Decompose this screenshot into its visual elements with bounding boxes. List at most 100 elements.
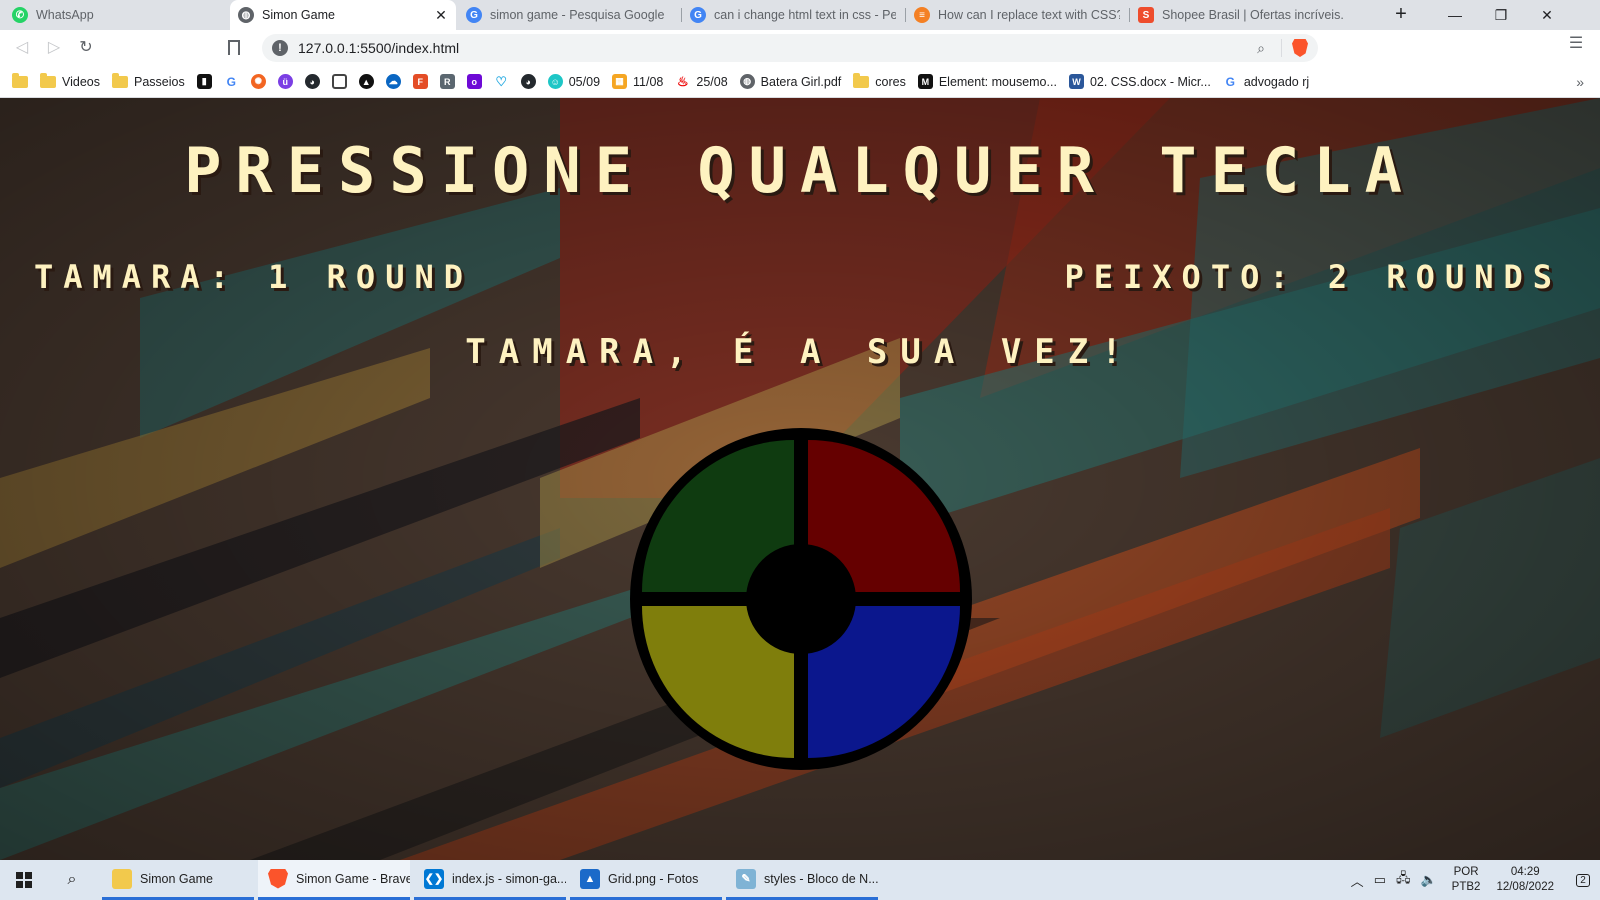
bookmark-item[interactable]: ▲	[358, 74, 374, 89]
clock[interactable]: 04:29 12/08/2022	[1496, 865, 1554, 895]
bookmark-item[interactable]: ü	[277, 74, 293, 89]
volume-icon[interactable]: 🔈	[1420, 872, 1436, 888]
taskbar-item-photos[interactable]: ▲ Grid.png - Fotos	[570, 860, 722, 900]
language-indicator[interactable]: POR PTB2	[1452, 865, 1481, 895]
taskbar-item-explorer[interactable]: Simon Game	[102, 860, 254, 900]
mdn-icon: M	[917, 74, 933, 89]
tab-title: WhatsApp	[36, 8, 94, 22]
taskbar-item-notepad[interactable]: ✎ styles - Bloco de N...	[726, 860, 878, 900]
cloud-icon: ☁	[385, 74, 401, 89]
restore-button[interactable]: ❐	[1478, 0, 1524, 30]
notepad-icon: ✎	[736, 868, 756, 889]
start-button[interactable]	[0, 860, 48, 900]
close-window-button[interactable]: ✕	[1524, 0, 1570, 30]
zoom-icon[interactable]: ⌕	[1253, 40, 1269, 56]
bookmark-item[interactable]: ✺	[250, 74, 266, 89]
smile-icon: ☺	[547, 74, 563, 89]
notification-count: 2	[1576, 873, 1590, 887]
sun-icon: ✺	[250, 74, 266, 89]
taskbar-item-label: Simon Game - Brave	[296, 871, 410, 886]
bookmark-label: 11/08	[633, 74, 664, 89]
calendar-icon: ▦	[612, 74, 628, 89]
bookmark-item[interactable]: o	[466, 74, 482, 89]
triangle-icon: ▲	[358, 74, 374, 89]
close-tab-icon[interactable]: ✕	[434, 7, 448, 24]
chevron-up-icon[interactable]: ︿	[1351, 871, 1364, 890]
globe-icon: ◍	[739, 74, 755, 89]
taskbar-item-label: Grid.png - Fotos	[608, 871, 699, 886]
bookmark-item[interactable]: W 02. CSS.docx - Micr...	[1068, 74, 1211, 89]
folder-icon	[112, 72, 128, 88]
simon-board	[630, 428, 972, 770]
bookmark-item[interactable]: ◍ Batera Girl.pdf	[739, 74, 841, 89]
back-icon[interactable]: ◁	[10, 36, 34, 60]
notifications-icon[interactable]: 2	[1566, 860, 1600, 900]
forward-icon[interactable]: ▷	[42, 36, 66, 60]
bookmark-item[interactable]: ◕	[520, 74, 536, 89]
language-code: POR	[1453, 866, 1479, 878]
photos-icon: ▲	[580, 868, 600, 889]
bookmark-item[interactable]: G	[223, 74, 239, 89]
google-icon: G	[690, 7, 706, 23]
tab-simon-search[interactable]: G simon game - Pesquisa Google	[458, 0, 680, 30]
olx-icon: o	[466, 74, 482, 89]
tab-css-search[interactable]: G can i change html text in css - Pesqu	[682, 0, 904, 30]
menu-icon[interactable]: ☰	[1568, 36, 1584, 56]
google-icon: G	[466, 7, 482, 23]
taskbar-item-label: index.js - simon-ga...	[452, 871, 566, 886]
url-text[interactable]: 127.0.0.1:5500/index.html	[298, 40, 1253, 56]
bookmark-label: cores	[875, 74, 906, 89]
bookmark-item[interactable]: F	[412, 74, 428, 89]
bookmark-icon-1: ▮	[196, 74, 212, 89]
system-tray: ︿ ▭ 🖧 🔈 POR PTB2 04:29 12/08/2022 2	[1346, 860, 1600, 900]
player1-score: Tamara: 1 round	[34, 258, 473, 296]
bookmark-item[interactable]: ☺ 05/09	[547, 74, 600, 89]
minimize-button[interactable]: —	[1432, 0, 1478, 30]
bookmark-item[interactable]: M Element: mousemo...	[917, 74, 1057, 89]
bookmark-item[interactable]: Gadvogado rj	[1222, 74, 1309, 89]
search-icon[interactable]: ⌕	[48, 860, 96, 900]
tab-title: simon game - Pesquisa Google	[490, 8, 665, 22]
bookmark-item[interactable]: R	[439, 74, 455, 89]
tab-whatsapp[interactable]: ✆ WhatsApp	[4, 0, 226, 30]
stackoverflow-icon: ≡	[914, 7, 930, 23]
bookmark-passeios[interactable]: Passeios	[112, 72, 185, 89]
bookmark-cores[interactable]: cores	[853, 72, 906, 89]
folder-icon	[40, 72, 56, 88]
tab-simon-game[interactable]: ◍ Simon Game ✕	[230, 0, 456, 30]
bookmark-item[interactable]: ♡	[493, 74, 509, 89]
bookmark-item[interactable]: ♨ 25/08	[675, 73, 728, 89]
bookmark-item[interactable]: ▦ 11/08	[612, 74, 663, 89]
bookmark-folder[interactable]	[12, 72, 28, 88]
bookmark-label: Passeios	[134, 74, 185, 89]
game-title: Pressione qualquer tecla	[184, 134, 1416, 207]
tab-stackoverflow[interactable]: ≡ How can I replace text with CSS? - S	[906, 0, 1128, 30]
windows-taskbar: ⌕ Simon Game Simon Game - Brave ❮❯ index…	[0, 860, 1600, 900]
windows-icon	[16, 872, 32, 888]
brave-shields-icon[interactable]	[1292, 39, 1308, 57]
address-bar[interactable]: ! 127.0.0.1:5500/index.html ⌕	[262, 34, 1318, 62]
taskbar-item-brave[interactable]: Simon Game - Brave	[258, 860, 410, 900]
google-icon: G	[1222, 74, 1238, 89]
shopee-icon: S	[1138, 7, 1154, 23]
bookmark-page-icon[interactable]	[228, 40, 240, 55]
battery-icon[interactable]: ▭	[1374, 872, 1386, 888]
tab-title: Simon Game	[262, 8, 335, 22]
bookmark-label: Element: mousemo...	[938, 74, 1057, 89]
turn-indicator: Tamara, é a sua vez!	[465, 332, 1135, 372]
bookmark-item[interactable]	[331, 74, 347, 89]
bookmark-item[interactable]: ▮	[196, 74, 212, 89]
new-tab-button[interactable]: +	[1389, 3, 1413, 27]
bookmark-item[interactable]: ◕	[304, 74, 320, 89]
network-icon[interactable]: 🖧	[1396, 869, 1411, 891]
tab-shopee[interactable]: S Shopee Brasil | Ofertas incríveis. Me	[1130, 0, 1352, 30]
reload-icon[interactable]: ↻	[74, 36, 98, 60]
bookmark-videos[interactable]: Videos	[40, 72, 100, 89]
more-bookmarks-button[interactable]: »	[1576, 74, 1584, 90]
bookmark-label: 25/08	[696, 74, 728, 89]
santander-icon: ♨	[675, 73, 691, 89]
site-info-icon[interactable]: !	[272, 40, 288, 56]
bookmark-label: 02. CSS.docx - Micr...	[1089, 74, 1211, 89]
bookmark-item[interactable]: ☁	[385, 74, 401, 89]
taskbar-item-vscode[interactable]: ❮❯ index.js - simon-ga...	[414, 860, 566, 900]
